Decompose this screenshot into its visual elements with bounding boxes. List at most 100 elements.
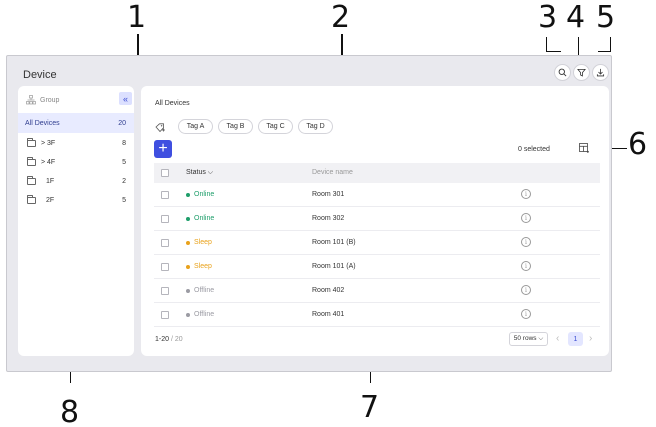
pagination-range: 1-20 — [155, 336, 170, 343]
group-header-label: Group — [40, 97, 60, 104]
prev-page-button[interactable]: ‹ — [556, 334, 559, 344]
status-dot — [186, 312, 190, 317]
device-list-panel: All Devices Tag A Tag B Tag C Tag D + 0 … — [141, 86, 609, 356]
status-cell: Online — [186, 191, 214, 198]
sidebar-item-2f[interactable]: 2F 5 — [18, 190, 134, 210]
table-row[interactable]: Sleep Room 101 (B) i — [154, 231, 600, 255]
status-column-header[interactable]: Status ⌵ — [186, 169, 213, 177]
info-icon[interactable]: i — [521, 237, 531, 247]
callout-8: 8 — [60, 395, 80, 427]
info-icon[interactable]: i — [521, 285, 531, 295]
search-button[interactable] — [554, 64, 571, 81]
status-cell: Offline — [186, 287, 214, 294]
sidebar-item-label: All Devices — [25, 119, 60, 127]
bracket-8-stem — [70, 371, 71, 383]
status-dot — [186, 288, 190, 293]
sidebar-item-count: 8 — [122, 139, 126, 147]
status-cell: Sleep — [186, 263, 212, 270]
sidebar-item-label: 2F — [46, 196, 55, 204]
status-label: Offline — [194, 311, 215, 318]
device-name-cell: Room 301 — [312, 191, 345, 198]
info-icon[interactable]: i — [521, 261, 531, 271]
callout-5: 5 — [596, 0, 616, 35]
sidebar-item-label: > 4F — [41, 158, 56, 166]
tag-chip-c[interactable]: Tag C — [258, 119, 293, 134]
row-checkbox[interactable] — [161, 311, 169, 319]
status-dot — [186, 192, 190, 197]
sidebar-item-count: 20 — [118, 119, 126, 127]
status-cell: Online — [186, 215, 214, 222]
sidebar-item-label: > 3F — [41, 139, 56, 147]
sidebar-item-3f[interactable]: > 3F 8 — [18, 133, 134, 153]
info-icon[interactable]: i — [521, 213, 531, 223]
collapse-sidebar-button[interactable]: « — [119, 92, 132, 105]
table-row[interactable]: Offline Room 402 i — [154, 279, 600, 303]
callout-4: 4 — [566, 0, 586, 35]
rows-per-page-select[interactable]: 50 rows ⌵ — [509, 332, 548, 346]
pagination-total: / 20 — [170, 336, 183, 343]
device-name-cell: Room 101 (B) — [312, 239, 356, 246]
info-icon[interactable]: i — [521, 189, 531, 199]
status-dot — [186, 264, 190, 269]
tag-chip-a[interactable]: Tag A — [178, 119, 213, 134]
filter-button[interactable] — [573, 64, 590, 81]
device-name-cell: Room 401 — [312, 311, 345, 318]
row-checkbox[interactable] — [161, 215, 169, 223]
callout-6: 6 — [628, 127, 648, 162]
window-title: Device — [23, 69, 57, 81]
bracket-7-stem — [370, 371, 371, 383]
row-checkbox[interactable] — [161, 191, 169, 199]
select-all-checkbox[interactable] — [161, 169, 169, 177]
search-icon — [558, 68, 567, 77]
folder-icon — [27, 194, 36, 204]
folder-icon — [27, 175, 36, 185]
sidebar-item-count: 5 — [122, 158, 126, 166]
row-checkbox[interactable] — [161, 239, 169, 247]
page-number-button[interactable]: 1 — [568, 332, 583, 346]
info-icon[interactable]: i — [521, 309, 531, 319]
status-label: Sleep — [194, 239, 212, 246]
callout-2: 2 — [331, 0, 351, 35]
device-name-cell: Room 302 — [312, 215, 345, 222]
status-label: Offline — [194, 287, 215, 294]
tag-chip-d[interactable]: Tag D — [298, 119, 333, 134]
leader-line-3-h — [546, 51, 561, 52]
double-chevron-left-icon: « — [122, 93, 128, 104]
device-name-cell: Room 402 — [312, 287, 345, 294]
annotated-screenshot: 1 2 3 4 5 6 7 8 Device Group « All Devic… — [0, 0, 656, 427]
device-name-column-header[interactable]: Device name — [312, 169, 353, 176]
status-cell: Offline — [186, 311, 214, 318]
status-dot — [186, 240, 190, 245]
table-row[interactable]: Online Room 302 i — [154, 207, 600, 231]
sidebar-item-count: 2 — [122, 177, 126, 185]
table-row[interactable]: Offline Room 401 i — [154, 303, 600, 327]
download-button[interactable] — [592, 64, 609, 81]
tag-chip-b[interactable]: Tag B — [218, 119, 253, 134]
row-checkbox[interactable] — [161, 263, 169, 271]
device-name-cell: Room 101 (A) — [312, 263, 356, 270]
callout-1: 1 — [127, 0, 147, 35]
tag-icon[interactable] — [155, 123, 165, 133]
table-row[interactable]: Online Room 301 i — [154, 183, 600, 207]
filter-icon — [577, 68, 586, 77]
selected-count: 0 selected — [518, 146, 550, 153]
table-row[interactable]: Sleep Room 101 (A) i — [154, 255, 600, 279]
folder-icon — [27, 137, 36, 147]
plus-icon: + — [158, 140, 168, 157]
column-settings-icon[interactable] — [579, 143, 589, 153]
sidebar-item-4f[interactable]: > 4F 5 — [18, 152, 134, 172]
sidebar-item-1f[interactable]: 1F 2 — [18, 171, 134, 191]
device-window: Device Group « All Devices 20 > 3F 8 > 4… — [6, 55, 612, 372]
add-device-button[interactable]: + — [154, 140, 172, 158]
row-checkbox[interactable] — [161, 287, 169, 295]
next-page-button[interactable]: › — [589, 334, 592, 344]
leader-line-5 — [610, 37, 611, 52]
pagination-summary: 1-20 / 20 — [155, 336, 183, 343]
status-cell: Sleep — [186, 239, 212, 246]
panel-title: All Devices — [155, 100, 190, 107]
download-icon — [596, 68, 605, 77]
leader-line-3 — [546, 37, 547, 52]
sidebar-item-count: 5 — [122, 196, 126, 204]
status-label: Sleep — [194, 263, 212, 270]
sidebar-item-all-devices[interactable]: All Devices 20 — [18, 113, 134, 133]
